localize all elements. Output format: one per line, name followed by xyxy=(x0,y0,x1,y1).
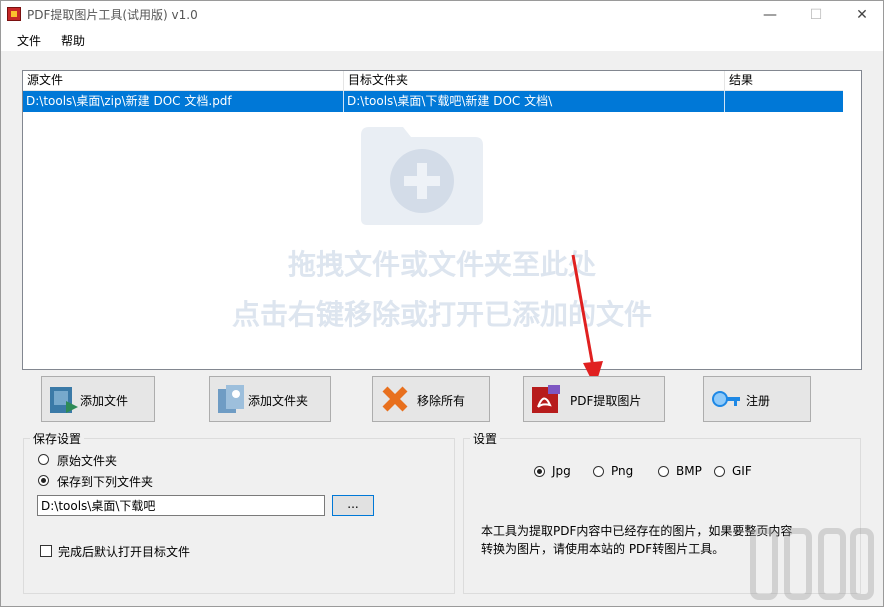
radio-original-folder-label: 原始文件夹 xyxy=(57,454,118,468)
minimize-button[interactable]: — xyxy=(747,1,793,29)
column-header-source[interactable]: 源文件 xyxy=(23,71,344,90)
save-settings-title: 保存设置 xyxy=(30,430,85,447)
radio-format-bmp[interactable] xyxy=(658,466,669,477)
remove-all-button[interactable]: 移除所有 xyxy=(372,376,490,422)
maximize-button[interactable]: ☐ xyxy=(793,1,839,29)
add-folder-label: 添加文件夹 xyxy=(248,394,309,408)
radio-format-gif-label: GIF xyxy=(732,464,752,478)
column-header-target[interactable]: 目标文件夹 xyxy=(344,71,725,90)
app-window: PDF提取图片工具(试用版) v1.0 — ☐ ✕ 文件 帮助 源文件 目标文件… xyxy=(0,0,884,607)
menu-help[interactable]: 帮助 xyxy=(61,32,85,49)
add-file-label: 添加文件 xyxy=(80,394,129,408)
column-header-result[interactable]: 结果 xyxy=(725,71,843,90)
register-button[interactable]: 注册 xyxy=(703,376,811,422)
menu-bar: 文件 帮助 xyxy=(1,29,883,51)
row-result xyxy=(725,91,843,112)
radio-format-jpg[interactable] xyxy=(534,466,545,477)
app-icon xyxy=(7,7,21,21)
row-target: D:\tools\桌面\下载吧\新建 DOC 文档\ xyxy=(344,91,725,112)
file-list[interactable]: 源文件 目标文件夹 结果 D:\tools\桌面\zip\新建 DOC 文档.p… xyxy=(22,70,862,370)
menu-file[interactable]: 文件 xyxy=(17,32,41,49)
open-after-label: 完成后默认打开目标文件 xyxy=(58,545,191,559)
radio-format-gif[interactable] xyxy=(714,466,725,477)
open-after-checkbox[interactable] xyxy=(40,545,52,557)
radio-original-folder[interactable] xyxy=(38,454,49,465)
pdf-icon xyxy=(532,385,560,413)
browse-button[interactable]: ... xyxy=(332,495,374,516)
watermark-logo xyxy=(750,528,874,600)
radio-format-jpg-label: Jpg xyxy=(552,464,571,478)
radio-custom-folder[interactable] xyxy=(38,475,49,486)
table-row[interactable]: D:\tools\桌面\zip\新建 DOC 文档.pdf D:\tools\桌… xyxy=(23,91,843,112)
title-bar: PDF提取图片工具(试用版) v1.0 — ☐ ✕ xyxy=(1,1,883,29)
add-file-icon xyxy=(50,387,78,413)
save-path-input[interactable] xyxy=(37,495,325,516)
remove-all-icon xyxy=(382,386,408,412)
add-folder-button[interactable]: 添加文件夹 xyxy=(209,376,331,422)
drop-hint-line1: 拖拽文件或文件夹至此处 xyxy=(287,248,596,281)
radio-format-png[interactable] xyxy=(593,466,604,477)
key-icon xyxy=(712,391,740,407)
remove-all-label: 移除所有 xyxy=(417,394,466,408)
annotation-arrow xyxy=(571,254,603,387)
add-folder-button-icon xyxy=(218,385,244,413)
file-list-header: 源文件 目标文件夹 结果 xyxy=(23,71,843,91)
register-label: 注册 xyxy=(746,394,771,408)
drop-hint-line2: 点击右键移除或打开已添加的文件 xyxy=(231,298,652,331)
window-title: PDF提取图片工具(试用版) v1.0 xyxy=(27,8,198,22)
add-file-button[interactable]: 添加文件 xyxy=(41,376,155,422)
radio-format-bmp-label: BMP xyxy=(676,464,702,478)
add-folder-icon xyxy=(361,127,483,225)
row-source: D:\tools\桌面\zip\新建 DOC 文档.pdf xyxy=(23,91,344,112)
radio-format-png-label: Png xyxy=(611,464,634,478)
extract-pdf-images-button[interactable]: PDF提取图片 xyxy=(523,376,665,422)
settings-title: 设置 xyxy=(470,430,501,447)
close-button[interactable]: ✕ xyxy=(839,1,884,29)
radio-custom-folder-label: 保存到下列文件夹 xyxy=(57,475,154,489)
extract-pdf-images-label: PDF提取图片 xyxy=(570,394,642,408)
